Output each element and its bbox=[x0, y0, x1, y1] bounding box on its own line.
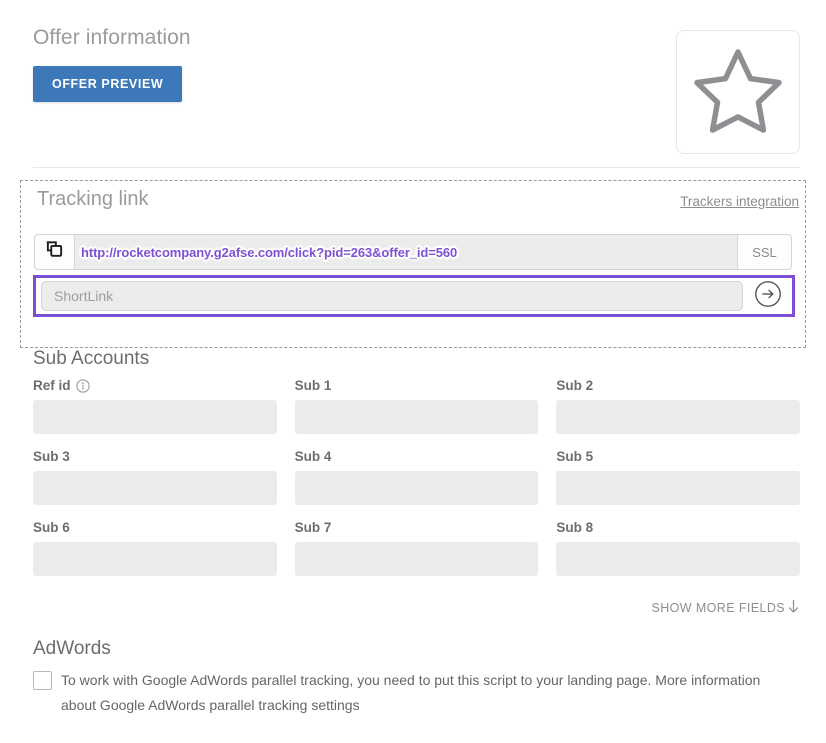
tracking-link-title: Tracking link bbox=[37, 188, 149, 211]
input-sub-1[interactable] bbox=[295, 400, 539, 434]
field-label-sub-8: Sub 8 bbox=[556, 519, 800, 536]
label-text: Sub 1 bbox=[295, 378, 332, 393]
tracking-link-value: http://rocketcompany.g2afse.com/click?pi… bbox=[81, 245, 457, 260]
label-text: Sub 7 bbox=[295, 520, 332, 535]
tracking-link-panel: Tracking link Trackers integration http:… bbox=[20, 180, 806, 348]
input-sub-5[interactable] bbox=[556, 471, 800, 505]
field-label-ref-id: Ref id bbox=[33, 377, 277, 394]
copy-icon bbox=[45, 240, 64, 264]
offer-logo bbox=[676, 30, 800, 154]
label-text: Sub 4 bbox=[295, 449, 332, 464]
field-sub-2: Sub 2 bbox=[556, 377, 800, 434]
adwords-checkbox[interactable] bbox=[33, 671, 52, 690]
sub-accounts-grid: Ref id Sub 1 bbox=[33, 377, 800, 590]
offer-preview-button[interactable]: OFFER PREVIEW bbox=[33, 66, 182, 102]
field-ref-id: Ref id bbox=[33, 377, 277, 434]
input-sub-8[interactable] bbox=[556, 542, 800, 576]
star-outline-icon bbox=[692, 46, 784, 139]
field-sub-3: Sub 3 bbox=[33, 448, 277, 505]
field-sub-5: Sub 5 bbox=[556, 448, 800, 505]
sub-accounts-section: Sub Accounts Ref id Sub bbox=[33, 348, 800, 590]
arrow-right-circle-icon bbox=[754, 280, 782, 313]
tracking-link-row: http://rocketcompany.g2afse.com/click?pi… bbox=[34, 234, 792, 270]
label-text: Sub 2 bbox=[556, 378, 593, 393]
header-divider bbox=[33, 167, 800, 168]
input-sub-6[interactable] bbox=[33, 542, 277, 576]
label-text: Sub 8 bbox=[556, 520, 593, 535]
arrow-down-icon bbox=[787, 599, 800, 617]
adwords-checkbox-row: To work with Google AdWords parallel tra… bbox=[33, 668, 793, 718]
field-label-sub-1: Sub 1 bbox=[295, 377, 539, 394]
field-label-sub-3: Sub 3 bbox=[33, 448, 277, 465]
field-label-sub-4: Sub 4 bbox=[295, 448, 539, 465]
label-text: Ref id bbox=[33, 378, 71, 393]
input-sub-2[interactable] bbox=[556, 400, 800, 434]
field-label-sub-5: Sub 5 bbox=[556, 448, 800, 465]
label-text: Sub 3 bbox=[33, 449, 70, 464]
input-ref-id[interactable] bbox=[33, 400, 277, 434]
trackers-integration-link[interactable]: Trackers integration bbox=[680, 194, 799, 209]
ssl-toggle[interactable]: SSL bbox=[737, 235, 791, 269]
adwords-section: AdWords To work with Google AdWords para… bbox=[33, 638, 793, 718]
label-text: Sub 6 bbox=[33, 520, 70, 535]
tracking-link-header: Tracking link Trackers integration bbox=[21, 181, 805, 221]
offer-information-page: Offer information OFFER PREVIEW Tracking… bbox=[0, 0, 826, 743]
sub-accounts-title: Sub Accounts bbox=[33, 348, 800, 370]
shortlink-row bbox=[33, 275, 795, 317]
field-sub-8: Sub 8 bbox=[556, 519, 800, 576]
shortlink-input[interactable] bbox=[41, 281, 743, 311]
input-sub-7[interactable] bbox=[295, 542, 539, 576]
tracking-link-value-wrap[interactable]: http://rocketcompany.g2afse.com/click?pi… bbox=[75, 235, 737, 269]
field-label-sub-2: Sub 2 bbox=[556, 377, 800, 394]
label-text: Sub 5 bbox=[556, 449, 593, 464]
field-sub-6: Sub 6 bbox=[33, 519, 277, 576]
copy-button[interactable] bbox=[35, 235, 75, 269]
input-sub-3[interactable] bbox=[33, 471, 277, 505]
field-label-sub-6: Sub 6 bbox=[33, 519, 277, 536]
field-sub-7: Sub 7 bbox=[295, 519, 539, 576]
show-more-fields-button[interactable]: SHOW MORE FIELDS bbox=[652, 599, 801, 617]
shortlink-generate-button[interactable] bbox=[751, 281, 785, 311]
show-more-fields-label: SHOW MORE FIELDS bbox=[652, 601, 786, 615]
adwords-description: To work with Google AdWords parallel tra… bbox=[61, 668, 781, 718]
field-sub-1: Sub 1 bbox=[295, 377, 539, 434]
info-circle-icon[interactable] bbox=[76, 379, 90, 393]
field-sub-4: Sub 4 bbox=[295, 448, 539, 505]
offer-header: Offer information OFFER PREVIEW bbox=[33, 20, 800, 160]
input-sub-4[interactable] bbox=[295, 471, 539, 505]
field-label-sub-7: Sub 7 bbox=[295, 519, 539, 536]
adwords-title: AdWords bbox=[33, 638, 793, 660]
